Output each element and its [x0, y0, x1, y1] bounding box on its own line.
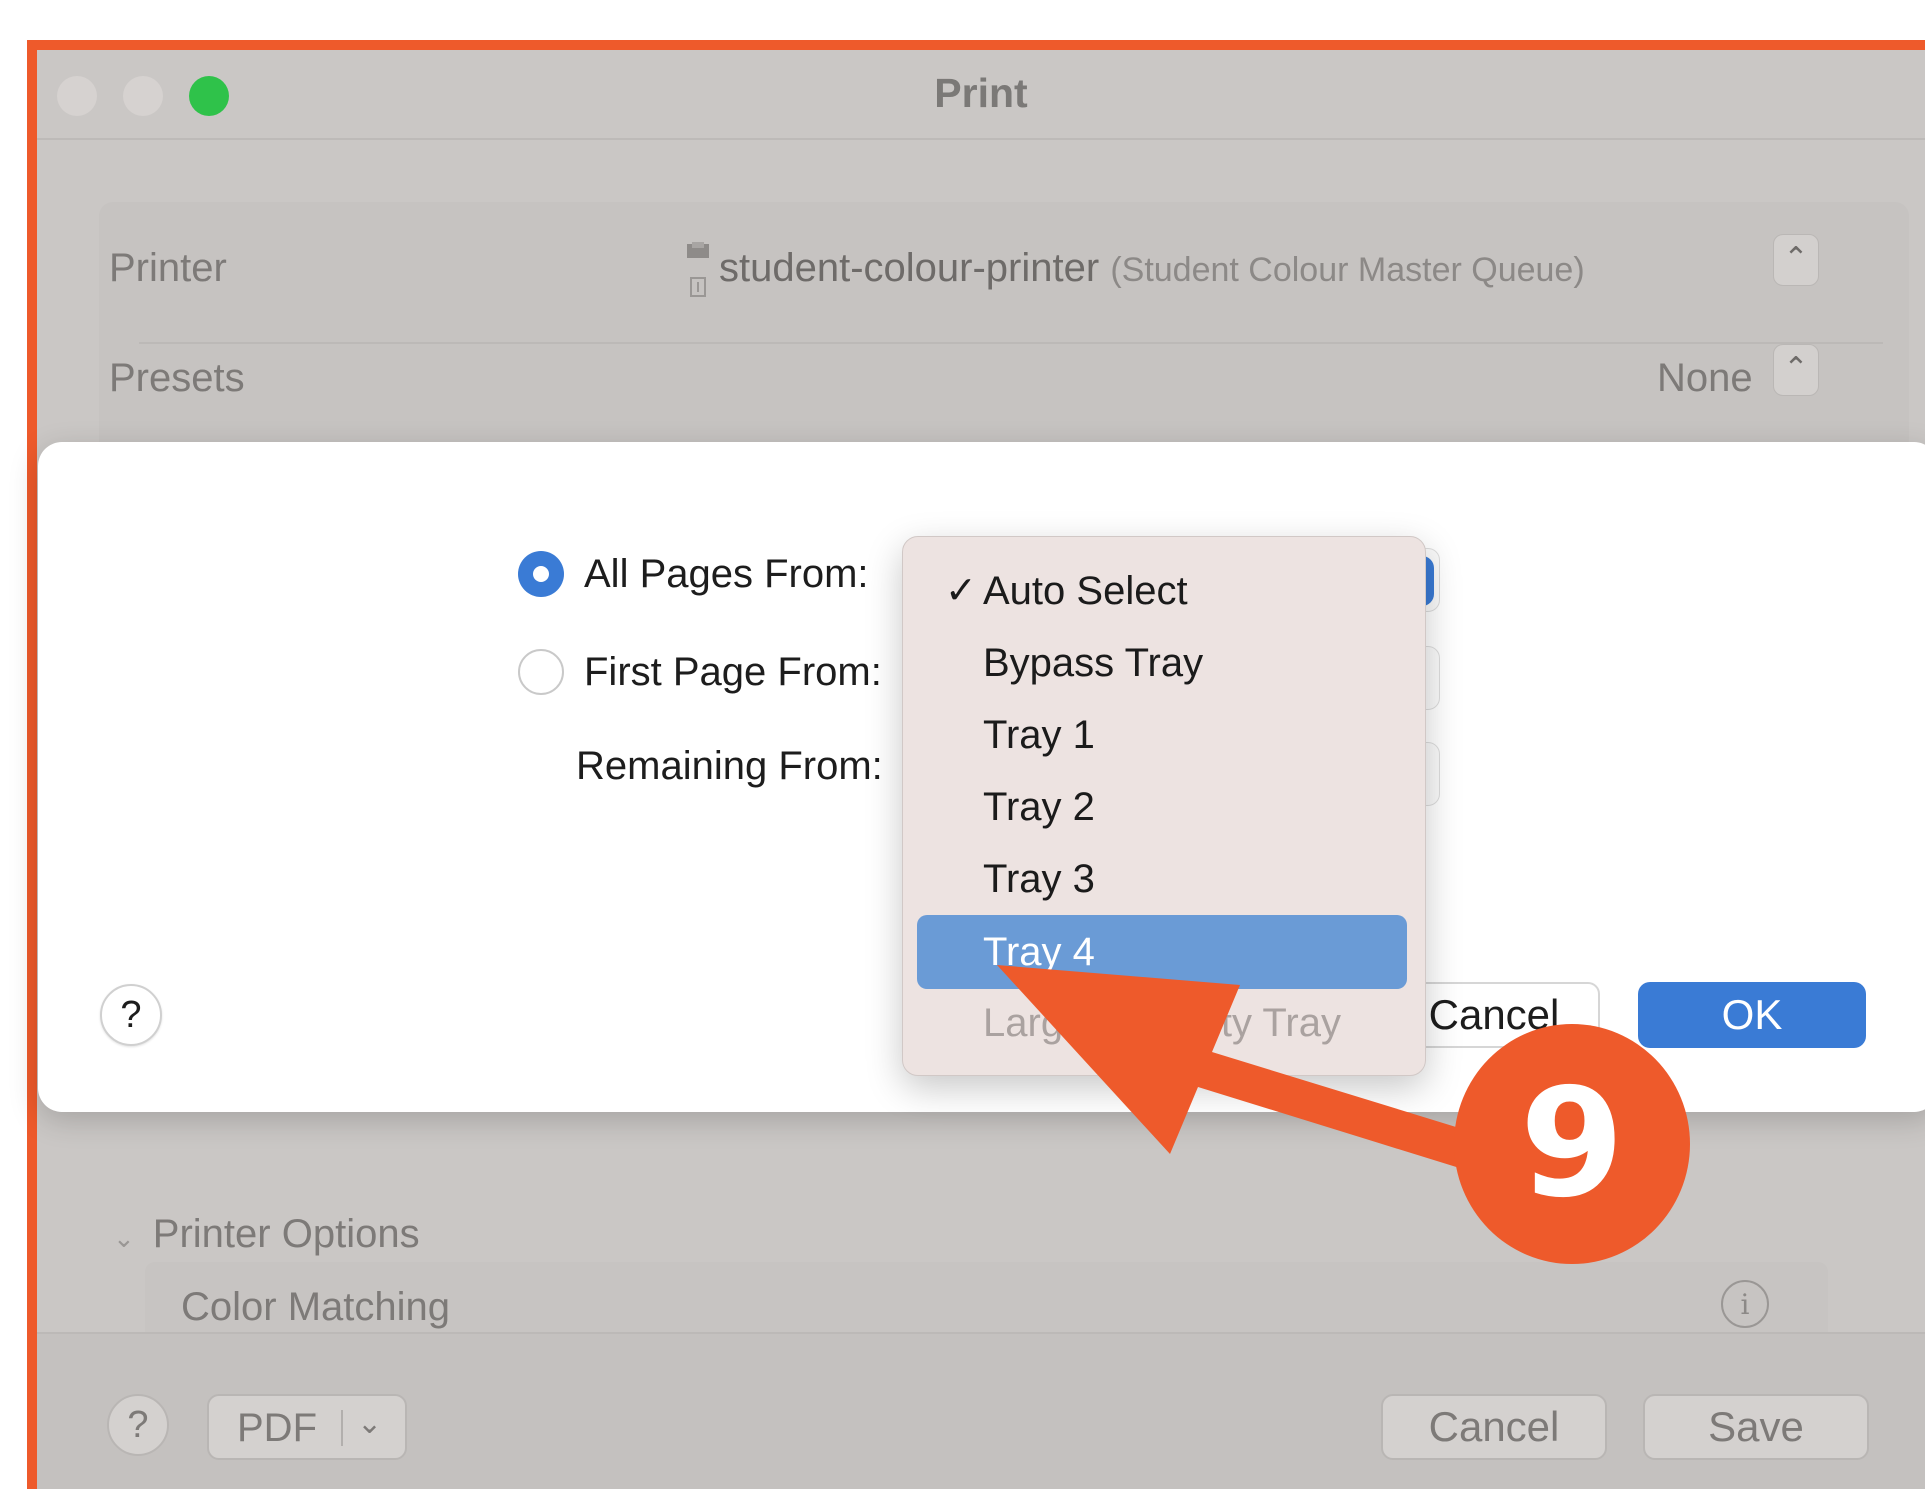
presets-label: Presets	[109, 356, 245, 400]
save-button[interactable]: Save	[1643, 1394, 1869, 1460]
first-page-label: First Page From:	[584, 650, 882, 694]
printer-select[interactable]: student-colour-printer (Student Colour M…	[719, 246, 1585, 291]
menu-item-label: Tray 1	[983, 713, 1095, 757]
printer-queue: (Student Colour Master Queue)	[1110, 251, 1585, 289]
panel-divider	[139, 342, 1883, 344]
disclosure-chevron-icon: ⌄	[113, 1223, 135, 1253]
sheet-help-button[interactable]: ?	[100, 984, 162, 1046]
first-page-radio[interactable]	[518, 649, 564, 695]
sheet-ok-button[interactable]: OK	[1638, 982, 1866, 1048]
chevron-down-icon: ⌄	[357, 1407, 383, 1440]
menu-item-tray-3[interactable]: Tray 3	[917, 845, 1407, 913]
menu-item-tray-1[interactable]: Tray 1	[917, 701, 1407, 769]
menu-item-label: Tray 3	[983, 857, 1095, 901]
checkmark-icon: ✓	[945, 570, 977, 612]
printer-stepper-icon[interactable]: ⌃	[1773, 234, 1819, 286]
menu-item-large-capacity-tray: Large Capacity Tray	[917, 989, 1407, 1057]
window-title: Print	[934, 70, 1028, 116]
menu-item-label: Tray 4	[983, 930, 1095, 974]
menu-item-auto-select[interactable]: ✓ Auto Select	[917, 557, 1407, 625]
all-pages-radio[interactable]	[518, 551, 564, 597]
printer-label: Printer	[109, 246, 227, 290]
menu-item-bypass-tray[interactable]: Bypass Tray	[917, 629, 1407, 697]
help-button[interactable]: ?	[107, 1394, 169, 1456]
printer-name: student-colour-printer	[719, 246, 1100, 290]
title-bar: Print	[37, 50, 1925, 140]
menu-item-label: Bypass Tray	[983, 641, 1204, 685]
presets-stepper-icon[interactable]: ⌃	[1773, 344, 1819, 396]
remaining-label: Remaining From:	[576, 744, 883, 788]
paper-source-menu: ✓ Auto Select Bypass Tray Tray 1 Tray 2 …	[902, 536, 1426, 1076]
printer-options-section[interactable]: ⌄ Printer Options	[113, 1212, 420, 1257]
all-pages-label: All Pages From:	[584, 552, 869, 596]
printer-icon	[687, 242, 709, 297]
menu-item-label: Auto Select	[983, 569, 1188, 613]
printer-options-label: Printer Options	[152, 1212, 420, 1256]
pdf-button-divider	[341, 1410, 343, 1446]
color-matching-label: Color Matching	[181, 1285, 451, 1329]
pdf-menu-button[interactable]: PDF ⌄	[207, 1394, 407, 1460]
info-icon[interactable]: i	[1721, 1280, 1769, 1328]
menu-item-tray-4[interactable]: Tray 4	[917, 915, 1407, 989]
step-number-badge: 9	[1454, 1024, 1690, 1264]
presets-value[interactable]: None	[1657, 356, 1753, 401]
pdf-label: PDF	[237, 1406, 317, 1450]
menu-item-label: Tray 2	[983, 785, 1095, 829]
menu-item-tray-2[interactable]: Tray 2	[917, 773, 1407, 841]
cancel-button[interactable]: Cancel	[1381, 1394, 1607, 1460]
menu-item-label: Large Capacity Tray	[983, 1001, 1341, 1045]
